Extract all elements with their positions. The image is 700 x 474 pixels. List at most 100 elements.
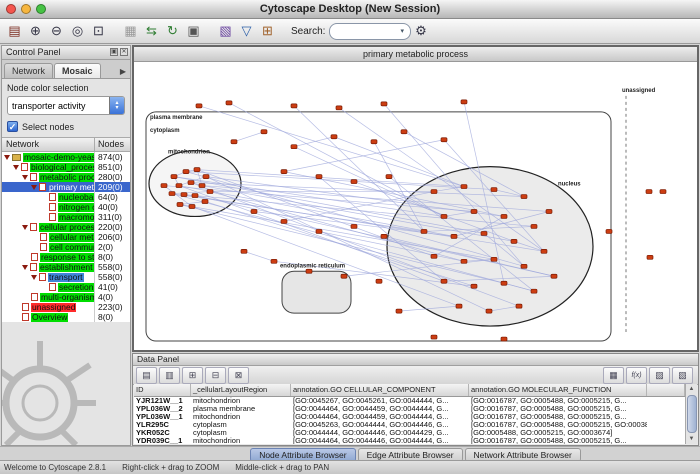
network-node[interactable] [169, 192, 175, 196]
search-dropdown-icon[interactable]: ▾ [400, 27, 408, 35]
network-node[interactable] [501, 337, 507, 341]
open-attribute-file-icon[interactable]: ▧ [672, 367, 693, 384]
network-node[interactable] [271, 259, 277, 263]
zoom-in-icon[interactable]: ⊕ [26, 22, 45, 41]
network-node[interactable] [386, 175, 392, 179]
network-node[interactable] [161, 184, 167, 188]
column-header[interactable]: ID [134, 384, 191, 396]
network-node[interactable] [431, 190, 437, 194]
attribute-dropdown[interactable]: transporter activity ▴▾ [7, 96, 125, 115]
network-node[interactable] [316, 175, 322, 179]
tree-row[interactable]: cellular process220(0) [2, 222, 130, 232]
network-node[interactable] [521, 264, 527, 268]
table-scrollbar[interactable]: ▲ ▼ [685, 384, 697, 444]
scroll-up-icon[interactable]: ▲ [689, 384, 695, 394]
network-node[interactable] [306, 269, 312, 273]
network-node[interactable] [401, 130, 407, 134]
network-node[interactable] [491, 188, 497, 192]
network-node[interactable] [461, 259, 467, 263]
table-row[interactable]: YJR121W__1mitochondrion[GO:0045267, GO:0… [134, 397, 685, 405]
network-node[interactable] [196, 104, 202, 108]
network-node[interactable] [176, 184, 182, 188]
network-node[interactable] [226, 101, 232, 105]
network-view-title[interactable]: primary metabolic process [134, 47, 697, 62]
zoom-fit-icon[interactable]: ⊡ [89, 22, 108, 41]
column-header[interactable]: annotation.GO MOLECULAR_FUNCTION [469, 384, 647, 396]
tree-row[interactable]: biological_process851(0) [2, 162, 130, 172]
network-node[interactable] [341, 274, 347, 278]
tree-row[interactable]: nitrogen compound metabolic process40(0) [2, 202, 130, 212]
network-node[interactable] [546, 209, 552, 213]
expander-icon[interactable] [31, 275, 37, 280]
tab-network[interactable]: Network [4, 63, 53, 78]
network-node[interactable] [531, 289, 537, 293]
network-node[interactable] [660, 190, 666, 194]
network-node[interactable] [203, 175, 209, 179]
search-input[interactable] [330, 25, 400, 37]
snapshot-icon[interactable]: ▣ [184, 22, 203, 41]
delete-attribute-icon[interactable]: ⊟ [205, 367, 226, 384]
network-node[interactable] [261, 130, 267, 134]
network-node[interactable] [471, 284, 477, 288]
plugins-icon[interactable]: ⊞ [258, 22, 277, 41]
network-node[interactable] [451, 234, 457, 238]
table-row[interactable]: YPL036W__1mitochondrion[GO:0044464, GO:0… [134, 413, 685, 421]
select-nodes-checkbox[interactable]: ✓ [7, 121, 18, 132]
show-graphics-details-icon[interactable]: ▦ [121, 22, 140, 41]
network-node[interactable] [516, 304, 522, 308]
expander-icon[interactable] [4, 155, 10, 160]
zoom-selected-icon[interactable]: ◎ [68, 22, 87, 41]
network-node[interactable] [281, 170, 287, 174]
network-node[interactable] [381, 102, 387, 106]
network-node[interactable] [183, 170, 189, 174]
network-node[interactable] [231, 140, 237, 144]
network-node[interactable] [331, 135, 337, 139]
expander-icon[interactable] [22, 175, 28, 180]
network-node[interactable] [241, 249, 247, 253]
network-canvas[interactable]: plasma membranecytoplasmmitochondrionnuc… [134, 62, 697, 350]
unselect-attributes-icon[interactable]: ▥ [159, 367, 180, 384]
network-node[interactable] [501, 281, 507, 285]
network-node[interactable] [431, 254, 437, 258]
tree-row[interactable]: secretion41(0) [2, 282, 130, 292]
network-node[interactable] [177, 203, 183, 207]
tree-row[interactable]: nucleobase-containing compound metabolic… [2, 192, 130, 202]
tree-row[interactable]: multi-organism process4(0) [2, 292, 130, 302]
network-node[interactable] [647, 255, 653, 259]
network-node[interactable] [461, 100, 467, 104]
zoom-out-icon[interactable]: ⊖ [47, 22, 66, 41]
network-node[interactable] [171, 175, 177, 179]
network-node[interactable] [486, 309, 492, 313]
network-node[interactable] [316, 229, 322, 233]
float-panel-icon[interactable]: ▣ [110, 48, 118, 56]
tree-row[interactable]: unassigned223(0) [2, 302, 130, 312]
table-row[interactable]: YDR039C__1mitochondrion[GO:0044464, GO:0… [134, 437, 685, 444]
tab-mosaic[interactable]: Mosaic [54, 63, 101, 78]
network-node[interactable] [531, 224, 537, 228]
tree-header-network[interactable]: Network [2, 138, 95, 151]
network-node[interactable] [421, 229, 427, 233]
network-node[interactable] [188, 181, 194, 185]
tree-header-nodes[interactable]: Nodes [95, 138, 130, 151]
close-button[interactable] [6, 4, 16, 14]
tree-row[interactable]: cellular metabolic process206(0) [2, 232, 130, 242]
network-node[interactable] [471, 209, 477, 213]
network-node[interactable] [192, 194, 198, 198]
network-node[interactable] [431, 335, 437, 339]
network-node[interactable] [381, 234, 387, 238]
network-node[interactable] [199, 184, 205, 188]
network-node[interactable] [646, 190, 652, 194]
network-node[interactable] [351, 224, 357, 228]
tree-row[interactable]: establishment of localization558(0) [2, 262, 130, 272]
table-row[interactable]: YKR052Ccytoplasm[GO:0044444, GO:0044446,… [134, 429, 685, 437]
scroll-down-icon[interactable]: ▼ [689, 434, 695, 444]
first-neighbors-icon[interactable]: ⇆ [142, 22, 161, 41]
function-builder-icon[interactable]: f(x) [626, 367, 647, 384]
import-attributes-icon[interactable]: ▨ [649, 367, 670, 384]
table-row[interactable]: YLR295Ccytoplasm[GO:0045263, GO:0044444,… [134, 421, 685, 429]
tree-row[interactable]: metabolic process280(0) [2, 172, 130, 182]
network-node[interactable] [541, 249, 547, 253]
rotate-view-icon[interactable]: ↻ [163, 22, 182, 41]
network-node[interactable] [501, 214, 507, 218]
network-node[interactable] [371, 140, 377, 144]
